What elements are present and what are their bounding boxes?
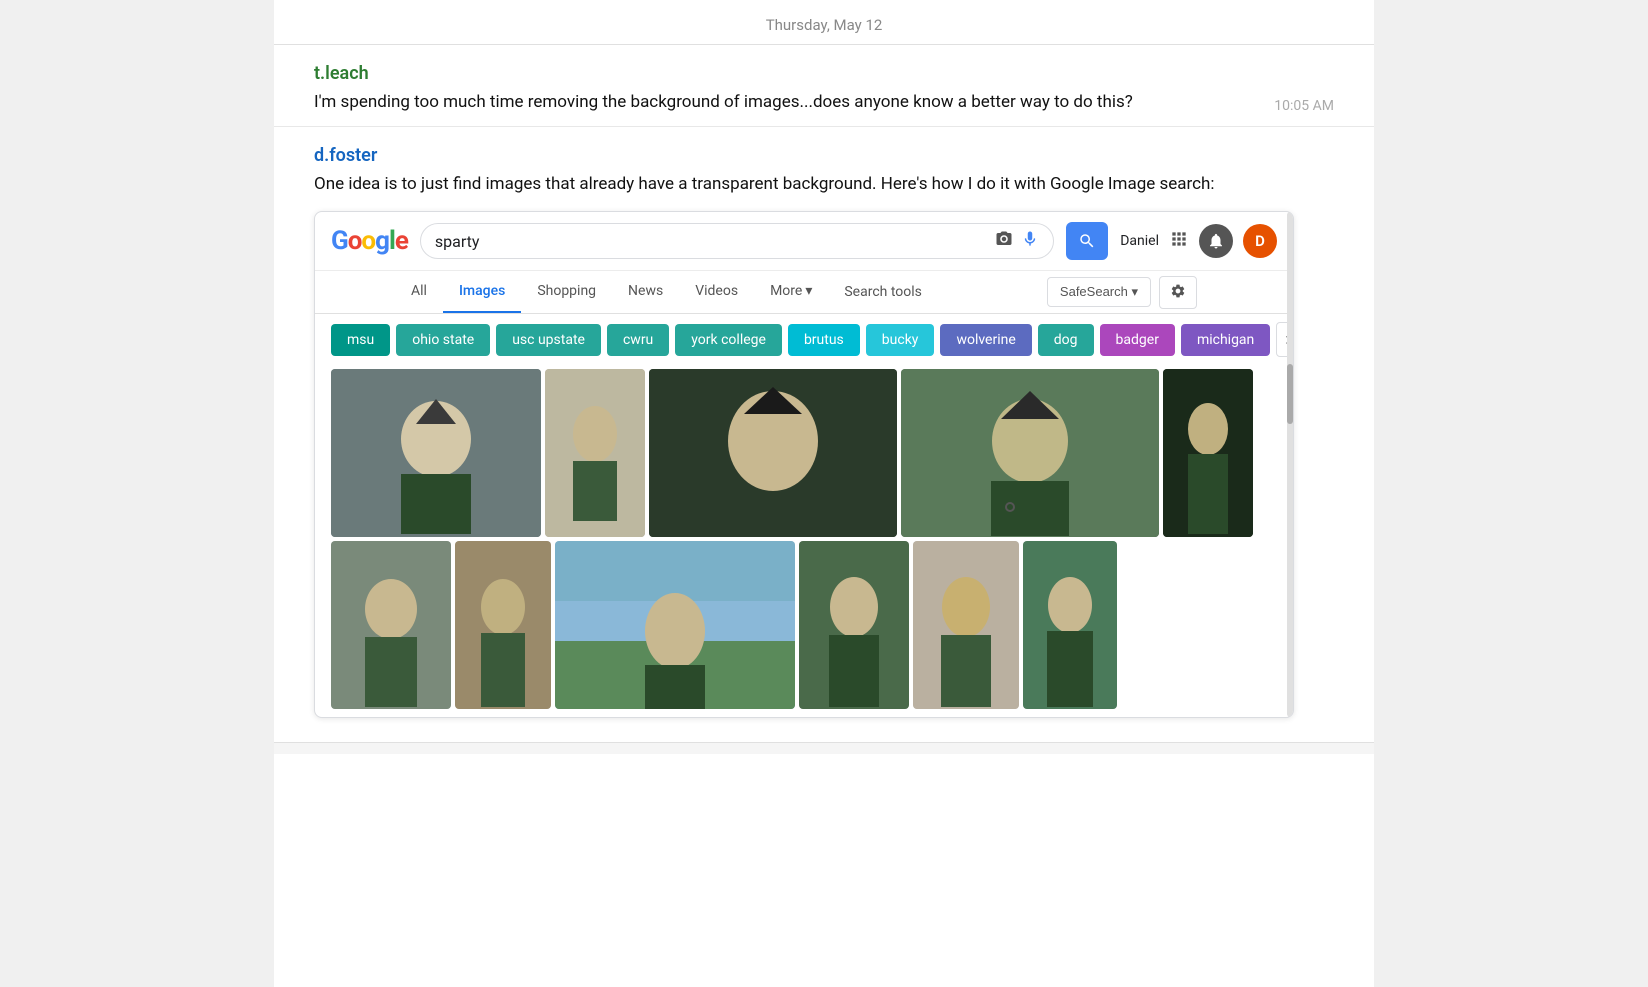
- header-username: Daniel: [1120, 233, 1159, 249]
- chip-dog[interactable]: dog: [1038, 324, 1094, 356]
- tab-images[interactable]: Images: [443, 271, 521, 313]
- chip-michigan[interactable]: michigan: [1181, 324, 1270, 356]
- timestamp-tleach: 10:05 AM: [1274, 98, 1334, 114]
- image-8[interactable]: [555, 541, 795, 709]
- more-chevron-icon: ▾: [805, 283, 812, 299]
- google-nav: All Images Shopping News Videos More ▾ S…: [315, 271, 1293, 314]
- image-2[interactable]: [545, 369, 645, 537]
- image-7[interactable]: [455, 541, 551, 709]
- chip-cwru[interactable]: cwru: [607, 324, 669, 356]
- chip-badger[interactable]: badger: [1100, 324, 1175, 356]
- google-header: Google sparty D: [315, 212, 1293, 271]
- date-text: Thursday, May 12: [766, 16, 883, 34]
- google-logo: Google: [331, 228, 408, 254]
- tab-videos[interactable]: Videos: [679, 271, 754, 313]
- message-text-dfoster: One idea is to just find images that alr…: [314, 172, 1334, 198]
- page-wrapper: Thursday, May 12 t.leach I'm spending to…: [274, 0, 1374, 987]
- tab-more[interactable]: More ▾: [754, 271, 828, 313]
- chip-ohio-state[interactable]: ohio state: [396, 324, 490, 356]
- camera-icon[interactable]: [995, 230, 1013, 252]
- image-6[interactable]: [331, 541, 451, 709]
- tab-all[interactable]: All: [395, 271, 443, 313]
- image-5[interactable]: [1163, 369, 1253, 537]
- chip-york-college[interactable]: york college: [675, 324, 782, 356]
- username-dfoster: d.foster: [314, 145, 1334, 166]
- image-row-2: [315, 537, 1293, 717]
- message-text-tleach: I'm spending too much time removing the …: [314, 90, 1334, 116]
- cursor: [1005, 502, 1015, 512]
- header-right: Daniel D: [1120, 224, 1277, 258]
- scroll-thumb[interactable]: [1287, 364, 1293, 424]
- message-tleach: t.leach I'm spending too much time remov…: [274, 45, 1374, 127]
- settings-button[interactable]: [1159, 276, 1197, 309]
- chip-brutus[interactable]: brutus: [788, 324, 860, 356]
- search-input[interactable]: sparty: [435, 232, 987, 251]
- safe-search-button[interactable]: SafeSearch ▾: [1047, 277, 1151, 307]
- image-9[interactable]: [799, 541, 909, 709]
- chip-usc-upstate[interactable]: usc upstate: [496, 324, 601, 356]
- google-embed: Google sparty D: [314, 211, 1294, 718]
- image-10[interactable]: [913, 541, 1019, 709]
- mic-icon[interactable]: [1021, 230, 1039, 252]
- nav-right: SafeSearch ▾: [1047, 276, 1213, 309]
- tab-search-tools[interactable]: Search tools: [828, 272, 938, 312]
- search-button[interactable]: [1066, 222, 1108, 260]
- image-11[interactable]: [1023, 541, 1117, 709]
- tab-news[interactable]: News: [612, 271, 679, 313]
- message-dfoster: d.foster One idea is to just find images…: [274, 127, 1374, 743]
- image-row-1: [315, 365, 1293, 537]
- chip-msu[interactable]: msu: [331, 324, 390, 356]
- chip-bucky[interactable]: bucky: [866, 324, 935, 356]
- scroll-indicator[interactable]: [1287, 212, 1293, 717]
- image-4[interactable]: [901, 369, 1159, 537]
- bottom-bar: [274, 742, 1374, 754]
- apps-icon[interactable]: [1169, 229, 1189, 254]
- image-3[interactable]: [649, 369, 897, 537]
- username-tleach: t.leach: [314, 63, 1334, 84]
- user-avatar[interactable]: D: [1243, 224, 1277, 258]
- tab-shopping[interactable]: Shopping: [521, 271, 612, 313]
- chips-bar: msu ohio state usc upstate cwru york col…: [315, 314, 1293, 365]
- date-header: Thursday, May 12: [274, 0, 1374, 45]
- image-1[interactable]: [331, 369, 541, 537]
- notifications-icon[interactable]: [1199, 224, 1233, 258]
- image-group-right: [901, 369, 1159, 537]
- search-bar[interactable]: sparty: [420, 223, 1054, 259]
- chip-wolverine[interactable]: wolverine: [940, 324, 1031, 356]
